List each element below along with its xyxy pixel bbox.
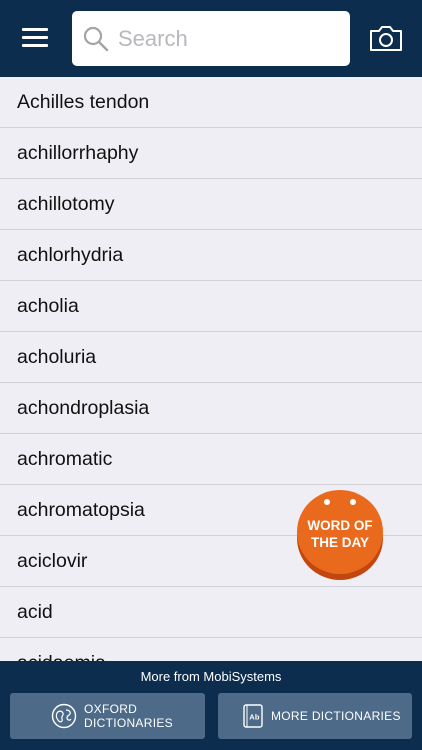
hamburger-menu-icon[interactable] [22, 26, 50, 50]
search-input[interactable] [118, 21, 338, 57]
list-item[interactable]: acid [0, 587, 422, 638]
oxford-globe-icon [51, 703, 77, 729]
camera-icon[interactable] [369, 24, 403, 52]
svg-text:Ab: Ab [249, 713, 260, 722]
list-item[interactable]: Achilles tendon [0, 77, 422, 128]
list-item[interactable]: achromatic [0, 434, 422, 485]
oxford-dictionaries-label: OXFORD DICTIONARIES [84, 702, 173, 730]
oxford-dictionaries-button[interactable]: OXFORD DICTIONARIES [10, 693, 205, 739]
list-item[interactable]: achillorrhaphy [0, 128, 422, 179]
list-item[interactable]: acholuria [0, 332, 422, 383]
word-of-the-day-line2: THE DAY [310, 535, 369, 550]
oxford-line2: DICTIONARIES [84, 716, 173, 730]
search-box[interactable] [72, 11, 350, 66]
word-of-the-day-label: WORD OF THE DAY [297, 517, 383, 551]
footer-bar: More from MobiSystems OXFORD DICTIONARIE… [0, 661, 422, 750]
list-item[interactable]: achlorhydria [0, 230, 422, 281]
more-dictionaries-button[interactable]: Ab MORE DICTIONARIES [218, 693, 412, 739]
calendar-ring-dot [324, 499, 330, 505]
list-item[interactable]: achillotomy [0, 179, 422, 230]
list-item[interactable]: acholia [0, 281, 422, 332]
more-from-label: More from MobiSystems [140, 669, 282, 684]
calendar-ring-dot [350, 499, 356, 505]
search-icon [83, 26, 109, 52]
list-item[interactable]: acidaemia [0, 638, 422, 662]
more-dictionaries-label: MORE DICTIONARIES [271, 709, 401, 723]
list-item[interactable]: achondroplasia [0, 383, 422, 434]
word-of-the-day-line1: WORD OF [307, 518, 373, 533]
oxford-line1: OXFORD [84, 702, 138, 716]
word-of-the-day-button[interactable]: WORD OF THE DAY [297, 490, 385, 580]
top-bar [0, 0, 422, 77]
dictionary-book-icon: Ab [243, 704, 263, 728]
